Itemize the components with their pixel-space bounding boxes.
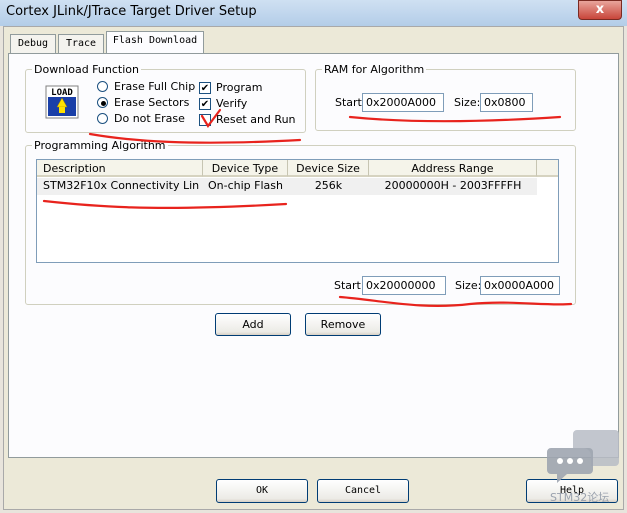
ram-size-label: Size: [454, 96, 481, 109]
program-checkbox[interactable]: ✔ [199, 82, 211, 94]
row-address-range: 20000000H - 2003FFFFH [384, 179, 522, 192]
algorithm-list[interactable]: Description Device Type Device Size Addr… [36, 159, 559, 263]
verify-label: Verify [216, 97, 248, 110]
prog-size-label: Size: [455, 279, 482, 292]
add-button[interactable]: Add [215, 313, 291, 336]
close-icon: x [595, 2, 605, 17]
program-label: Program [216, 81, 263, 94]
window-title: Cortex JLink/JTrace Target Driver Setup [6, 4, 257, 19]
erase-full-chip-label: Erase Full Chip [114, 80, 196, 93]
load-icon: LOAD [45, 85, 79, 119]
ok-button[interactable]: OK [216, 479, 308, 503]
column-address-range[interactable]: Address Range [369, 160, 537, 177]
reset-and-run-label: Reset and Run [216, 113, 296, 126]
do-not-erase-label: Do not Erase [114, 112, 185, 125]
chat-bubble-icon [547, 430, 619, 483]
verify-checkbox[interactable]: ✔ [199, 98, 211, 110]
erase-sectors-radio[interactable] [97, 97, 108, 108]
ram-start-input[interactable]: 0x2000A000 [362, 93, 444, 112]
prog-start-label: Start: [334, 279, 365, 292]
erase-full-chip-radio[interactable] [97, 81, 108, 92]
ram-algorithm-legend: RAM for Algorithm [324, 63, 425, 76]
cancel-button[interactable]: Cancel [317, 479, 409, 503]
row-device-size: 256k [314, 179, 343, 192]
column-device-size[interactable]: Device Size [288, 160, 369, 177]
remove-button[interactable]: Remove [305, 313, 381, 336]
erase-sectors-label: Erase Sectors [114, 96, 190, 109]
load-icon-text: LOAD [51, 88, 73, 98]
ram-start-label: Start: [335, 96, 366, 109]
prog-start-input[interactable]: 0x20000000 [362, 276, 446, 295]
programming-algorithm-legend: Programming Algorithm [34, 139, 166, 152]
column-device-type[interactable]: Device Type [203, 160, 288, 177]
ram-size-input[interactable]: 0x0800 [480, 93, 533, 112]
tab-flash-download[interactable]: Flash Download [106, 31, 204, 53]
download-function-legend: Download Function [34, 63, 139, 76]
column-filler [537, 160, 558, 177]
row-description: STM32F10x Connectivity Lin... [43, 179, 199, 192]
close-button[interactable]: x [578, 0, 622, 20]
tab-trace[interactable]: Trace [58, 34, 104, 54]
do-not-erase-radio[interactable] [97, 113, 108, 124]
reset-and-run-checkbox[interactable] [199, 114, 211, 126]
row-device-type: On-chip Flash [208, 179, 283, 192]
column-description[interactable]: Description [37, 160, 203, 177]
watermark: STM32论坛 [550, 491, 610, 504]
prog-size-input[interactable]: 0x0000A000 [480, 276, 560, 295]
tab-debug[interactable]: Debug [10, 34, 56, 54]
